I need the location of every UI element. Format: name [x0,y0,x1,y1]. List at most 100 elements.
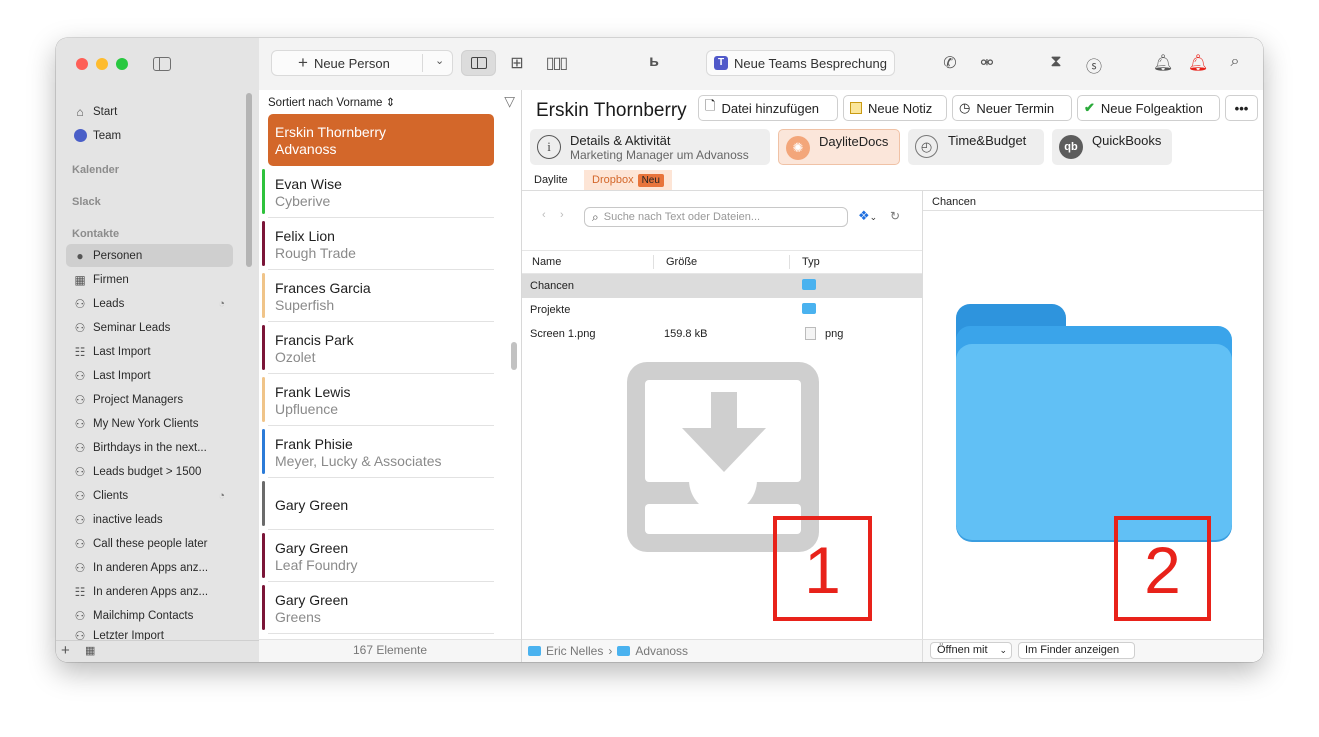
new-badge: Neu [637,174,664,187]
new-appointment-button[interactable]: ◷ Neuer Termin [952,95,1072,121]
sidebar-item-inactive-leads[interactable]: ⚇ inactive leads [66,508,233,531]
sidebar-item-call-later[interactable]: ⚇ Call these people later [66,532,233,555]
dollar-icon[interactable]: ⓢ [1083,53,1105,77]
phone-icon[interactable]: ✆ [939,53,961,73]
calendar-small-icon[interactable]: ▦ [85,644,95,657]
column-size[interactable]: Größe [666,256,697,268]
list-item[interactable]: Frances Garcia Superfish [262,270,494,322]
list-item[interactable]: Erskin Thornberry Advanoss [268,114,494,166]
list-scrollbar[interactable] [511,342,517,370]
section-calendar[interactable]: Kalender [72,164,119,176]
notification-bell-icon[interactable]: 🔔︎ [1152,53,1174,73]
subtab-daylite[interactable]: Daylite [534,170,568,190]
table-view-icon[interactable]: ⊞ [506,53,528,73]
search-field[interactable]: ⌕ Suche nach Text oder Dateien... [584,207,848,227]
filter-icon[interactable]: ▽ [504,93,515,110]
app-window: ⌂ Start Team Kalender Slack Kontakte ● P… [56,38,1263,662]
forward-icon[interactable]: › [560,209,564,221]
sidebar-scrollbar[interactable] [246,93,252,267]
new-person-button[interactable]: + Neue Person ⌄ [271,50,453,76]
sidebar-item-leads[interactable]: ⚇ Leads ◔ [66,292,233,315]
person-group-icon: ⚇ [74,608,86,623]
team-icon [72,128,88,144]
show-in-finder-button[interactable]: Im Finder anzeigen [1018,642,1135,659]
sidebar-item-other-apps-2[interactable]: ☷ In anderen Apps anz... [66,580,233,603]
sidebar-item-clients[interactable]: ⚇ Clients ◔ [66,484,233,507]
preview-title: Chancen [932,196,977,208]
file-row[interactable]: Projekte [522,298,922,322]
sidebar-item-personen[interactable]: ● Personen [66,244,233,267]
sidebar-item-last-import[interactable]: ⚇ Last Import [66,364,233,387]
sidebar-toggle-icon[interactable] [153,57,171,71]
dropbox-icon[interactable]: ❖⌄ [858,208,877,224]
file-row[interactable]: Chancen [522,274,922,298]
tab-time-budget[interactable]: ◴ Time&Budget [908,129,1044,165]
annotation-marker-2: 2 [1114,516,1211,621]
add-icon[interactable]: + [61,642,70,659]
kanban-view-icon[interactable]: ▯▯▯ [545,53,568,73]
column-type[interactable]: Typ [802,256,820,268]
close-window-button[interactable] [76,58,88,70]
sidebar-item-start[interactable]: ⌂ Start [66,100,233,123]
sidebar-item-ny-clients[interactable]: ⚇ My New York Clients [66,412,233,435]
minimize-window-button[interactable] [96,58,108,70]
new-note-button[interactable]: Neue Notiz [843,95,947,121]
sidebar-item-project-managers[interactable]: ⚇ Project Managers [66,388,233,411]
category-bar [262,377,265,422]
more-actions-button[interactable]: ••• [1225,95,1258,121]
tab-quickbooks[interactable]: qb QuickBooks [1052,129,1172,165]
list-item[interactable]: Gary Green [262,478,494,530]
list-item[interactable]: Frank Lewis Upfluence [262,374,494,426]
section-contacts[interactable]: Kontakte [72,228,119,240]
sidebar-item-birthdays[interactable]: ⚇ Birthdays in the next... [66,436,233,459]
person-group-icon: ⚇ [74,464,86,479]
breadcrumb-item[interactable]: Advanoss [635,644,688,658]
list-item[interactable]: Frank Phisie Meyer, Lucky & Associates [262,426,494,478]
stopwatch-icon: ◴ [915,135,938,158]
workflow-icon[interactable]: ⚮ [976,53,998,73]
detail-pane: Erskin Thornberry 🗋 Datei hinzufügen Neue… [522,90,1263,662]
chevron-down-icon[interactable]: ⌄ [435,54,444,67]
shared-icon: ◔ [218,489,225,502]
sidebar-item-seminar-leads[interactable]: ⚇ Seminar Leads [66,316,233,339]
new-followup-button[interactable]: ✔ Neue Folgeaktion [1077,95,1220,121]
daylite-logo-icon[interactable]: ь [643,53,665,71]
sidebar-item-mailchimp[interactable]: ⚇ Mailchimp Contacts [66,604,233,627]
alert-bell-icon[interactable]: 🔔︎ [1187,53,1209,73]
sidebar-item-firmen[interactable]: ▦ Firmen [66,268,233,291]
sidebar-item-last-import-list[interactable]: ☷ Last Import [66,340,233,363]
person-group-icon: ⚇ [74,368,86,383]
add-file-button[interactable]: 🗋 Datei hinzufügen [698,95,838,121]
teams-meeting-button[interactable]: T Neue Teams Besprechung [706,50,895,76]
sidebar-item-other-apps-1[interactable]: ⚇ In anderen Apps anz... [66,556,233,579]
list-item[interactable]: Gary Green Greens [262,582,494,634]
refresh-icon[interactable]: ↻ [890,209,900,223]
checkmark-icon: ✔ [1084,100,1095,115]
list-item[interactable]: Francis Park Ozolet [262,322,494,374]
list-item[interactable]: Evan Wise Cyberive [262,166,494,218]
timer-icon[interactable]: ⧗ [1045,53,1067,71]
subtab-dropbox[interactable]: Dropbox Neu [584,170,672,190]
category-bar [262,221,265,266]
tab-daylitedocs[interactable]: ✺ DayliteDocs [778,129,900,165]
folder-icon [528,646,541,656]
open-with-button[interactable]: Öffnen mit ⌄ [930,642,1012,659]
tab-details-activity[interactable]: i Details & Aktivität Marketing Manager … [530,129,770,165]
file-row[interactable]: Screen 1.png 159.8 kB png [522,322,922,346]
search-icon[interactable]: ⌕ [1224,53,1246,71]
breadcrumb-item[interactable]: Eric Nelles [546,644,603,658]
section-slack[interactable]: Slack [72,196,101,208]
sidebar-item-team[interactable]: Team [66,124,233,147]
column-name[interactable]: Name [532,256,561,268]
sidebar-item-leads-budget[interactable]: ⚇ Leads budget > 1500 [66,460,233,483]
category-bar [262,481,265,526]
zoom-window-button[interactable] [116,58,128,70]
list-item[interactable]: Felix Lion Rough Trade [262,218,494,270]
list-icon: ☷ [74,344,86,359]
sort-menu[interactable]: Sortiert nach Vorname ⇕ [268,95,395,109]
plus-icon: + [298,53,308,72]
list-item[interactable]: Gary Green Leaf Foundry [262,530,494,582]
split-view-button[interactable] [461,50,496,76]
sidebar: ⌂ Start Team Kalender Slack Kontakte ● P… [56,38,260,662]
back-icon[interactable]: ‹ [542,209,546,221]
